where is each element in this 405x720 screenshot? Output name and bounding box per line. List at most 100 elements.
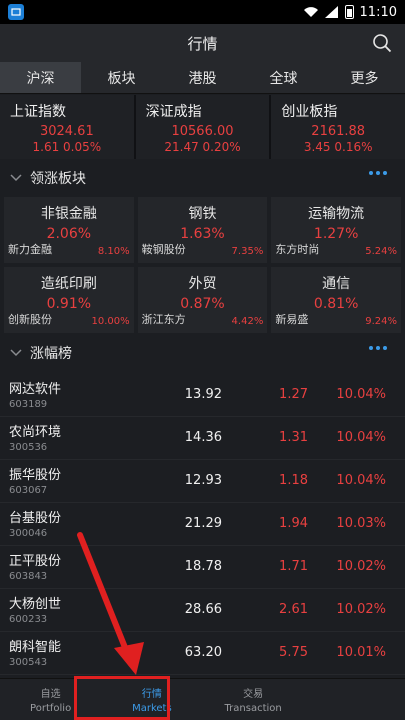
app-header: 行情 — [0, 24, 405, 62]
table-row[interactable]: 振华股份 603067 12.93 1.18 10.04% — [0, 460, 405, 503]
stock-pct: 10.04% — [336, 387, 386, 402]
sector-leading-stock-pct: 9.24% — [365, 316, 397, 327]
more-icon[interactable] — [369, 346, 387, 350]
tab-sectors[interactable]: 板块 — [81, 62, 162, 93]
stock-name: 朗科智能 — [9, 640, 62, 655]
stock-name: 大杨创世 — [9, 597, 62, 612]
stock-pct: 10.04% — [336, 430, 386, 445]
stock-code: 600233 — [9, 614, 48, 625]
sector-pct: 0.91% — [46, 296, 92, 312]
stock-price: 14.36 — [184, 430, 222, 445]
stock-change: 1.71 — [279, 559, 308, 574]
stock-name: 农尚环境 — [9, 425, 62, 440]
nav-label: 自选 — [40, 689, 61, 700]
stock-code: 603843 — [9, 571, 48, 582]
sector-pct: 0.81% — [313, 296, 359, 312]
index-change: 3.45 0.16% — [303, 140, 373, 154]
stock-code: 300536 — [9, 442, 48, 453]
stock-price: 13.92 — [184, 387, 222, 402]
index-name: 深证成指 — [145, 104, 202, 120]
stock-price: 63.20 — [184, 645, 222, 660]
stock-pct: 10.01% — [336, 645, 386, 660]
nav-label-en: Markets — [132, 703, 172, 714]
table-row[interactable]: 朗科智能 300543 63.20 5.75 10.01% — [0, 632, 405, 675]
nav-label-en: Transaction — [224, 703, 282, 714]
battery-icon — [344, 5, 354, 19]
index-card-shanghai[interactable]: 上证指数 3024.61 1.61 0.05% — [0, 95, 134, 159]
search-button[interactable] — [369, 30, 395, 56]
tab-shanghai-shenzhen[interactable]: 沪深 — [0, 62, 81, 93]
sector-name: 外贸 — [188, 276, 217, 292]
table-row[interactable]: 台基股份 300046 21.29 1.94 10.03% — [0, 503, 405, 546]
table-row[interactable]: 大杨创世 600233 28.66 2.61 10.02% — [0, 589, 405, 632]
index-change: 21.47 0.20% — [164, 140, 241, 154]
sector-card[interactable]: 通信 0.81% 新易盛 9.24% — [271, 267, 401, 333]
index-name: 上证指数 — [10, 104, 66, 120]
stock-price: 21.29 — [184, 516, 222, 531]
table-row[interactable]: 网达软件 603189 13.92 1.27 10.04% — [0, 374, 405, 417]
sector-name: 造纸印刷 — [40, 276, 97, 292]
index-card-shenzhen[interactable]: 深证成指 10566.00 21.47 0.20% — [135, 95, 270, 159]
index-change: 1.61 0.05% — [32, 140, 102, 154]
sector-leading-stock: 创新股份 — [8, 313, 52, 326]
table-row[interactable]: 农尚环境 300536 14.36 1.31 10.04% — [0, 417, 405, 460]
stock-price: 28.66 — [184, 602, 222, 617]
chevron-down-icon — [10, 349, 22, 357]
stock-change: 1.94 — [279, 516, 308, 531]
stock-price: 12.93 — [184, 473, 222, 488]
app-notification-icon — [8, 4, 24, 20]
table-row[interactable]: 正平股份 603843 18.78 1.71 10.02% — [0, 546, 405, 589]
tab-more[interactable]: 更多 — [324, 62, 405, 93]
section-title: 领涨板块 — [30, 171, 86, 187]
sector-name: 通信 — [322, 276, 351, 292]
sector-card[interactable]: 非银金融 2.06% 新力金融 8.10% — [4, 197, 134, 263]
sector-name: 钢铁 — [188, 206, 217, 222]
stock-change: 2.61 — [279, 602, 308, 617]
nav-markets[interactable]: 行情 Markets — [101, 679, 202, 720]
sector-leading-stock: 新力金融 — [8, 243, 52, 256]
sector-pct: 1.63% — [180, 226, 225, 242]
index-card-chinext[interactable]: 创业板指 2161.88 3.45 0.16% — [271, 95, 405, 159]
stock-pct: 10.04% — [336, 473, 386, 488]
section-title: 涨幅榜 — [30, 346, 72, 362]
stock-change: 1.31 — [279, 430, 308, 445]
stock-code: 300543 — [9, 657, 48, 668]
stock-change: 1.18 — [279, 473, 308, 488]
signal-icon — [324, 6, 338, 18]
sector-pct: 0.87% — [180, 296, 225, 312]
sector-leading-stock: 浙江东方 — [141, 313, 186, 326]
tab-hong-kong[interactable]: 港股 — [162, 62, 243, 93]
index-value: 2161.88 — [311, 124, 366, 139]
sector-pct: 1.27% — [313, 226, 359, 242]
nav-label: 交易 — [243, 689, 264, 700]
sector-name: 运输物流 — [308, 206, 365, 222]
chevron-down-icon — [10, 174, 22, 182]
sector-card[interactable]: 造纸印刷 0.91% 创新股份 10.00% — [4, 267, 134, 333]
sector-name: 非银金融 — [40, 206, 97, 222]
sector-leading-stock-pct: 5.24% — [365, 246, 397, 257]
index-row: 上证指数 3024.61 1.61 0.05% 深证成指 10566.00 21… — [0, 95, 405, 159]
stock-code: 603067 — [9, 485, 48, 496]
top-gainers-header[interactable]: 涨幅榜 — [0, 336, 405, 370]
leading-sectors-header[interactable]: 领涨板块 — [0, 161, 405, 195]
status-time: 11:10 — [359, 4, 397, 20]
index-value: 3024.61 — [39, 124, 94, 139]
tab-global[interactable]: 全球 — [243, 62, 324, 93]
nav-label: 行情 — [141, 689, 162, 700]
stock-change: 5.75 — [279, 645, 308, 660]
nav-transaction[interactable]: 交易 Transaction — [203, 679, 304, 720]
stock-name: 振华股份 — [9, 468, 62, 483]
more-icon[interactable] — [369, 171, 387, 175]
nav-portfolio[interactable]: 自选 Portfolio — [0, 679, 101, 720]
stock-pct: 10.02% — [336, 602, 386, 617]
index-name: 创业板指 — [281, 104, 338, 120]
nav-other[interactable] — [304, 679, 405, 720]
sector-leading-stock-pct: 7.35% — [231, 246, 264, 257]
sector-card[interactable]: 运输物流 1.27% 东方时尚 5.24% — [271, 197, 401, 263]
sector-card[interactable]: 外贸 0.87% 浙江东方 4.42% — [137, 267, 268, 333]
stock-pct: 10.03% — [336, 516, 386, 531]
stock-price: 18.78 — [184, 559, 222, 574]
sector-card[interactable]: 钢铁 1.63% 鞍钢股份 7.35% — [137, 197, 268, 263]
page-title: 行情 — [187, 34, 218, 53]
nav-label-en: Portfolio — [30, 703, 72, 714]
